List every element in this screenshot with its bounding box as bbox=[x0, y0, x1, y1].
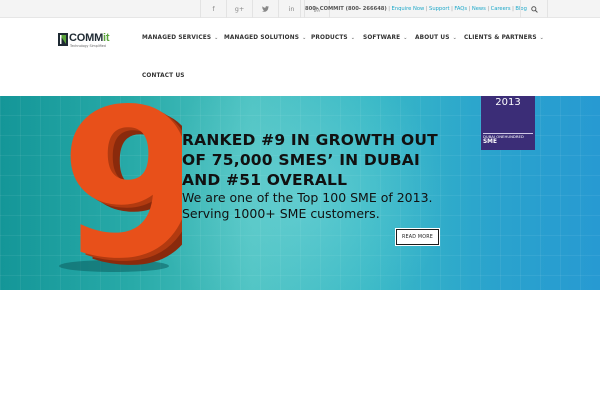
hero-headline: RANKED #9 IN GROWTH OUT OF 75,000 SMES’ … bbox=[182, 131, 438, 189]
top-utility-bar: f g+ in 800- COMMIT (800- 266648) | Enqu… bbox=[0, 0, 600, 18]
logo-wordmark: COMMit bbox=[69, 32, 110, 44]
hero-subheadline: We are one of the Top 100 SME of 2013. S… bbox=[182, 190, 433, 221]
logo-mark-icon bbox=[58, 33, 68, 46]
enquire-now-link[interactable]: Enquire Now bbox=[392, 6, 425, 12]
support-link[interactable]: Support bbox=[429, 6, 450, 12]
phone-number: 800- COMMIT (800- 266648) bbox=[305, 6, 387, 12]
ranking-number-graphic: 9 9 9 bbox=[59, 100, 182, 275]
chevron-down-icon: ⌄ bbox=[302, 35, 307, 41]
chevron-down-icon: ⌄ bbox=[539, 35, 544, 41]
number-nine: 9 bbox=[60, 100, 182, 275]
chevron-down-icon: ⌄ bbox=[214, 35, 219, 41]
nav-item-managed-services[interactable]: MANAGED SERVICES ⌄ bbox=[142, 32, 219, 44]
news-link[interactable]: News bbox=[472, 6, 486, 12]
nav-item-products[interactable]: PRODUCTS ⌄ bbox=[311, 32, 355, 44]
chevron-down-icon: ⌄ bbox=[452, 35, 457, 41]
logo-tagline: Technology Simplified bbox=[70, 43, 106, 48]
read-more-button[interactable]: READ MORE bbox=[396, 229, 439, 245]
search-icon[interactable] bbox=[520, 0, 548, 18]
badge-subtitle: SME bbox=[483, 138, 497, 145]
nav-item-software[interactable]: SOFTWARE ⌄ bbox=[363, 32, 408, 44]
utility-links: 800- COMMIT (800- 266648) | Enquire Now … bbox=[300, 0, 527, 18]
commit-logo[interactable]: COMMit Technology Simplified bbox=[58, 32, 120, 48]
nav-item-clients-partners[interactable]: CLIENTS & PARTNERS ⌄ bbox=[464, 32, 544, 44]
google-plus-icon[interactable]: g+ bbox=[226, 0, 252, 18]
nav-item-managed-solutions[interactable]: MANAGED SOLUTIONS ⌄ bbox=[224, 32, 306, 44]
nav-item-about-us[interactable]: ABOUT US ⌄ bbox=[415, 32, 457, 44]
nav-item-contact-us[interactable]: CONTACT US bbox=[142, 70, 185, 82]
badge-year: 2013 bbox=[495, 97, 521, 108]
twitter-icon[interactable] bbox=[252, 0, 278, 18]
chevron-down-icon: ⌄ bbox=[403, 35, 408, 41]
dubai-sme-award-badge: 2013 DUBAI ONEHUNDRED SME bbox=[481, 96, 535, 150]
facebook-icon[interactable]: f bbox=[200, 0, 226, 18]
faqs-link[interactable]: FAQs bbox=[454, 6, 467, 12]
chevron-down-icon: ⌄ bbox=[350, 35, 356, 41]
careers-link[interactable]: Careers bbox=[491, 6, 511, 12]
